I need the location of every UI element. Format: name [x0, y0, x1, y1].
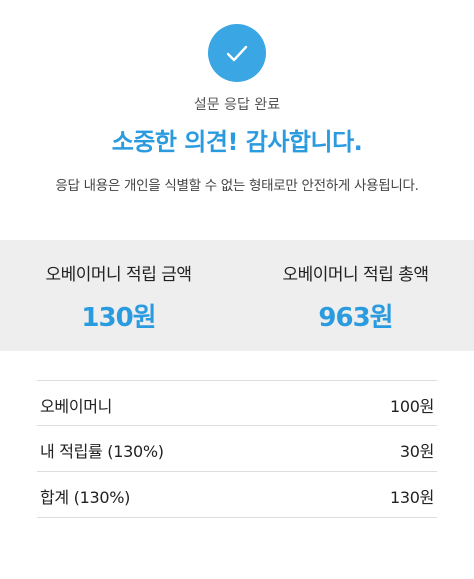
privacy-notice: 응답 내용은 개인을 식별할 수 없는 형태로만 안전하게 사용됩니다.: [55, 178, 419, 194]
check-icon: [208, 24, 266, 82]
total-amount-label: 오베이머니 적립 총액: [282, 265, 429, 285]
earned-amount-value: 130원: [81, 303, 156, 333]
detail-value: 130원: [389, 488, 434, 507]
completion-section: 설문 응답 완료 소중한 의견! 감사합니다. 응답 내용은 개인을 식별할 수…: [0, 0, 474, 240]
reward-details: 오베이머니 100원 내 적립률 (130%) 30원 합계 (130%) 13…: [0, 351, 474, 579]
detail-label: 오베이머니: [40, 397, 113, 416]
earned-amount-label: 오베이머니 적립 금액: [45, 265, 192, 285]
detail-value: 100원: [389, 397, 434, 416]
detail-label: 내 적립률 (130%): [40, 442, 164, 461]
detail-row-total: 합계 (130%) 130원: [37, 472, 437, 518]
total-amount-block: 오베이머니 적립 총액 963원: [237, 240, 474, 351]
total-amount-value: 963원: [318, 303, 393, 333]
completion-subtitle: 설문 응답 완료: [193, 97, 281, 113]
thank-you-headline: 소중한 의견! 감사합니다.: [111, 128, 363, 156]
detail-label: 합계 (130%): [40, 488, 131, 507]
detail-row-base: 오베이머니 100원: [37, 380, 437, 426]
detail-value: 30원: [399, 442, 434, 461]
detail-row-rate: 내 적립률 (130%) 30원: [37, 426, 437, 472]
earned-amount-block: 오베이머니 적립 금액 130원: [0, 240, 237, 351]
reward-summary: 오베이머니 적립 금액 130원 오베이머니 적립 총액 963원: [0, 240, 474, 351]
